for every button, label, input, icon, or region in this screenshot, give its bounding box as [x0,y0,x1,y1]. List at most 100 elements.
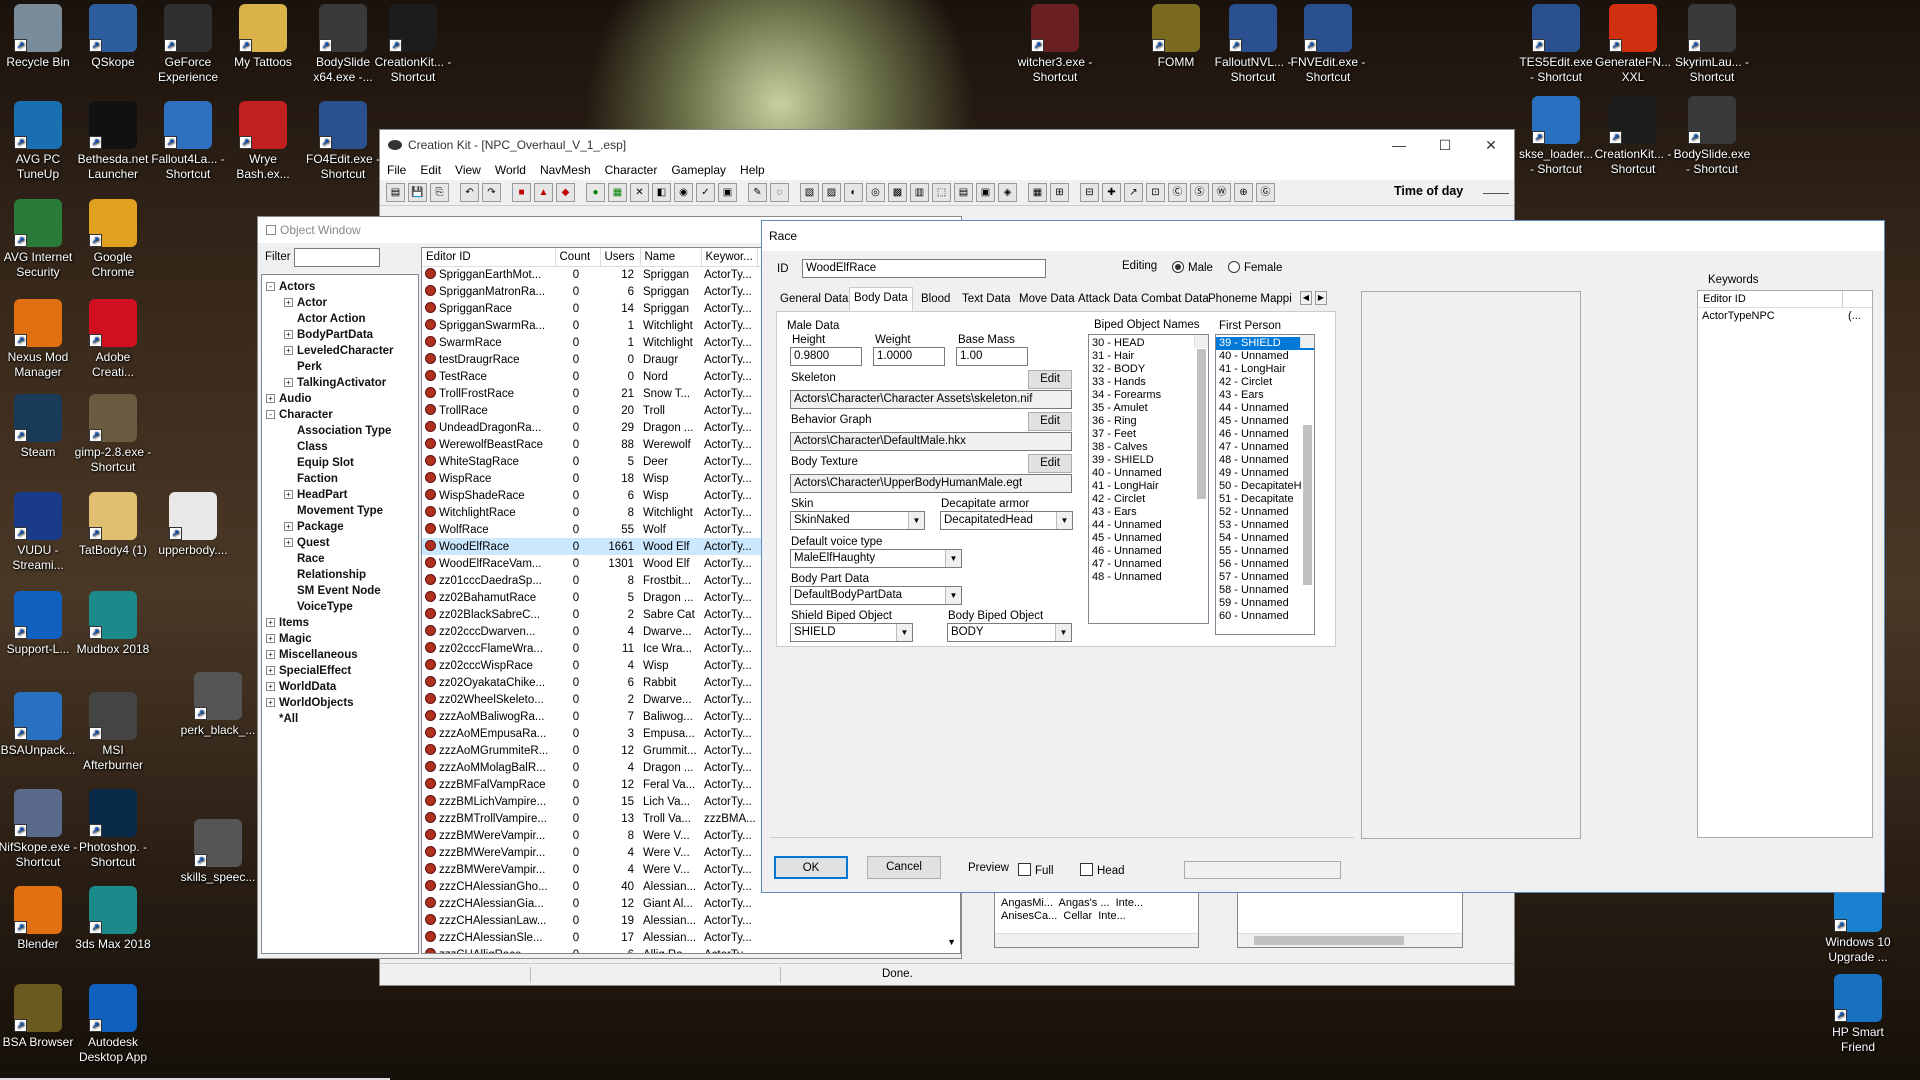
desktop-icon[interactable]: ↗ AVG PC TuneUp [0,97,78,182]
toolbar-button-icon[interactable]: ▦ [608,183,627,202]
tree-item[interactable]: Race [266,551,418,567]
shield-biped-select[interactable]: SHIELD ▼ [790,623,913,642]
filter-input[interactable] [294,248,380,267]
list-item[interactable]: 46 - Unnamed [1089,545,1208,558]
toolbar-button-icon[interactable]: ● [586,183,605,202]
list-item[interactable]: 31 - Hair [1089,350,1208,363]
toolbar-button-icon[interactable]: ◆ [556,183,575,202]
tab-combat-data[interactable]: Combat Data [1137,289,1213,309]
body-part-data-select[interactable]: DefaultBodyPartData ▼ [790,586,962,605]
toolbar-button-icon[interactable]: ◌ [770,183,789,202]
first-person-vscroll[interactable] [1300,335,1314,585]
desktop-icon[interactable]: ↗ GenerateFN... XXL [1593,0,1673,85]
reference-list-hscroll[interactable] [1238,933,1462,947]
menu-character[interactable]: Character [598,163,665,177]
list-item[interactable]: 55 - Unnamed [1216,545,1314,558]
tree-item[interactable]: + WorldObjects [266,695,418,711]
male-radio-button[interactable] [1172,261,1184,273]
tree-item[interactable]: + Magic [266,631,418,647]
toolbar-button-icon[interactable]: ✎ [748,183,767,202]
desktop-icon[interactable]: ↗ upperbody.... [153,488,233,558]
toolbar-button-icon[interactable]: Ⓢ [1190,183,1209,202]
menu-view[interactable]: View [448,163,488,177]
list-item[interactable]: 36 - Ring [1089,415,1208,428]
height-input[interactable]: 0.9800 [790,347,862,366]
desktop-icon[interactable]: ↗ HP Smart Friend [1818,970,1898,1055]
cell-list-hscroll[interactable] [995,933,1198,947]
tab-move-data[interactable]: Move Data [1015,289,1079,309]
tree-item[interactable]: Equip Slot [266,455,418,471]
tab-general-data[interactable]: General Data [776,289,852,309]
desktop-icon[interactable]: ↗ FOMM [1136,0,1216,70]
body-texture-edit-button[interactable]: Edit [1028,454,1072,473]
desktop-icon[interactable]: ↗ VUDU - Streami... [0,488,78,573]
menu-navmesh[interactable]: NavMesh [533,163,598,177]
cell-list-item[interactable]: AnisesCa... [1001,910,1057,922]
table-row[interactable]: zzzCHAlessianGia... 0 12 Giant Al... ActorTy… [422,895,952,912]
expand-toggle-icon[interactable]: + [284,538,293,548]
tab-scroll-left[interactable]: ◀ [1300,291,1312,305]
desktop-icon[interactable]: ↗ skse_loader... - Shortcut [1516,92,1596,177]
expand-toggle-icon[interactable]: + [266,666,275,676]
race-dialog-titlebar[interactable]: Race [762,221,1884,251]
expand-toggle-icon[interactable]: + [266,394,275,404]
ck-titlebar[interactable]: Creation Kit - [NPC_Overhaul_V_1_.esp] [380,130,1514,160]
toolbar-button-icon[interactable]: ⬚ [932,183,951,202]
toolbar-button-icon[interactable]: ▧ [800,183,819,202]
list-item[interactable]: 40 - Unnamed [1216,350,1314,363]
list-item[interactable]: 47 - Unnamed [1089,558,1208,571]
cancel-button[interactable]: Cancel [867,856,941,879]
toolbar-button-icon[interactable]: ▤ [386,183,405,202]
tree-item[interactable]: + Miscellaneous [266,647,418,663]
expand-toggle-icon[interactable]: - [266,282,275,292]
list-item[interactable]: 58 - Unnamed [1216,584,1314,597]
expand-toggle-icon[interactable]: + [284,490,293,500]
list-item[interactable]: 53 - Unnamed [1216,519,1314,532]
list-item[interactable]: 32 - BODY [1089,363,1208,376]
tree-item[interactable]: + TalkingActivator [266,375,418,391]
expand-toggle-icon[interactable]: - [266,410,275,420]
toolbar-button-icon[interactable]: ▣ [718,183,737,202]
head-checkbox-box[interactable] [1080,863,1093,876]
toolbar-button-icon[interactable]: ▦ [1028,183,1047,202]
list-item[interactable]: 59 - Unnamed [1216,597,1314,610]
desktop-icon[interactable]: ↗ 3ds Max 2018 [73,882,153,952]
tab-phoneme-mapping[interactable]: Phoneme Mappi [1204,289,1298,309]
tab-attack-data[interactable]: Attack Data [1074,289,1141,309]
list-item[interactable]: 38 - Calves [1089,441,1208,454]
desktop-icon[interactable]: ↗ FO4Edit.exe - Shortcut [303,97,383,182]
desktop-icon[interactable]: ↗ GeForce Experience [148,0,228,85]
desktop-icon[interactable]: ↗ FNVEdit.exe - Shortcut [1288,0,1368,85]
keywords-col-editor-id[interactable]: Editor ID [1703,293,1746,305]
tree-item[interactable]: + LeveledCharacter [266,343,418,359]
toolbar-button-icon[interactable]: Ⓦ [1212,183,1231,202]
list-item[interactable]: 43 - Ears [1089,506,1208,519]
biped-object-names-list[interactable]: 30 - HEAD 31 - Hair 32 - BODY 33 - Hands 34 … [1088,334,1209,624]
ok-button[interactable]: OK [774,856,848,879]
tree-item[interactable]: SM Event Node [266,583,418,599]
desktop-icon[interactable]: ↗ BodySlide x64.exe -... [303,0,383,85]
desktop-icon[interactable]: ↗ BodySlide.exe - Shortcut [1672,92,1752,177]
tree-item[interactable]: Perk [266,359,418,375]
toolbar-button-icon[interactable]: ✚ [1102,183,1121,202]
cell-list-item[interactable]: AngasMi... [1001,897,1053,909]
toolbar-button-icon[interactable]: ▤ [954,183,973,202]
tree-item[interactable]: + Actor [266,295,418,311]
list-item[interactable]: 44 - Unnamed [1089,519,1208,532]
expand-toggle-icon[interactable]: + [284,330,293,340]
desktop-icon[interactable]: ↗ Bethesda.net Launcher [73,97,153,182]
desktop-icon[interactable]: ↗ witcher3.exe - Shortcut [1015,0,1095,85]
tree-item[interactable]: - Character [266,407,418,423]
list-item[interactable]: 48 - Unnamed [1216,454,1314,467]
list-item[interactable]: 30 - HEAD [1089,337,1208,350]
expand-toggle-icon[interactable]: + [284,298,293,308]
biped-list-vscroll[interactable] [1194,335,1208,499]
toolbar-button-icon[interactable]: ✓ [696,183,715,202]
list-item[interactable]: 35 - Amulet [1089,402,1208,415]
expand-toggle-icon[interactable]: + [266,682,275,692]
expand-toggle-icon[interactable]: + [266,698,275,708]
list-item[interactable]: 41 - LongHair [1089,480,1208,493]
col-keywords[interactable]: Keywor... [701,248,758,267]
desktop-icon[interactable]: ↗ FalloutNVL... - Shortcut [1213,0,1293,85]
toolbar-button-icon[interactable]: ⊞ [1050,183,1069,202]
